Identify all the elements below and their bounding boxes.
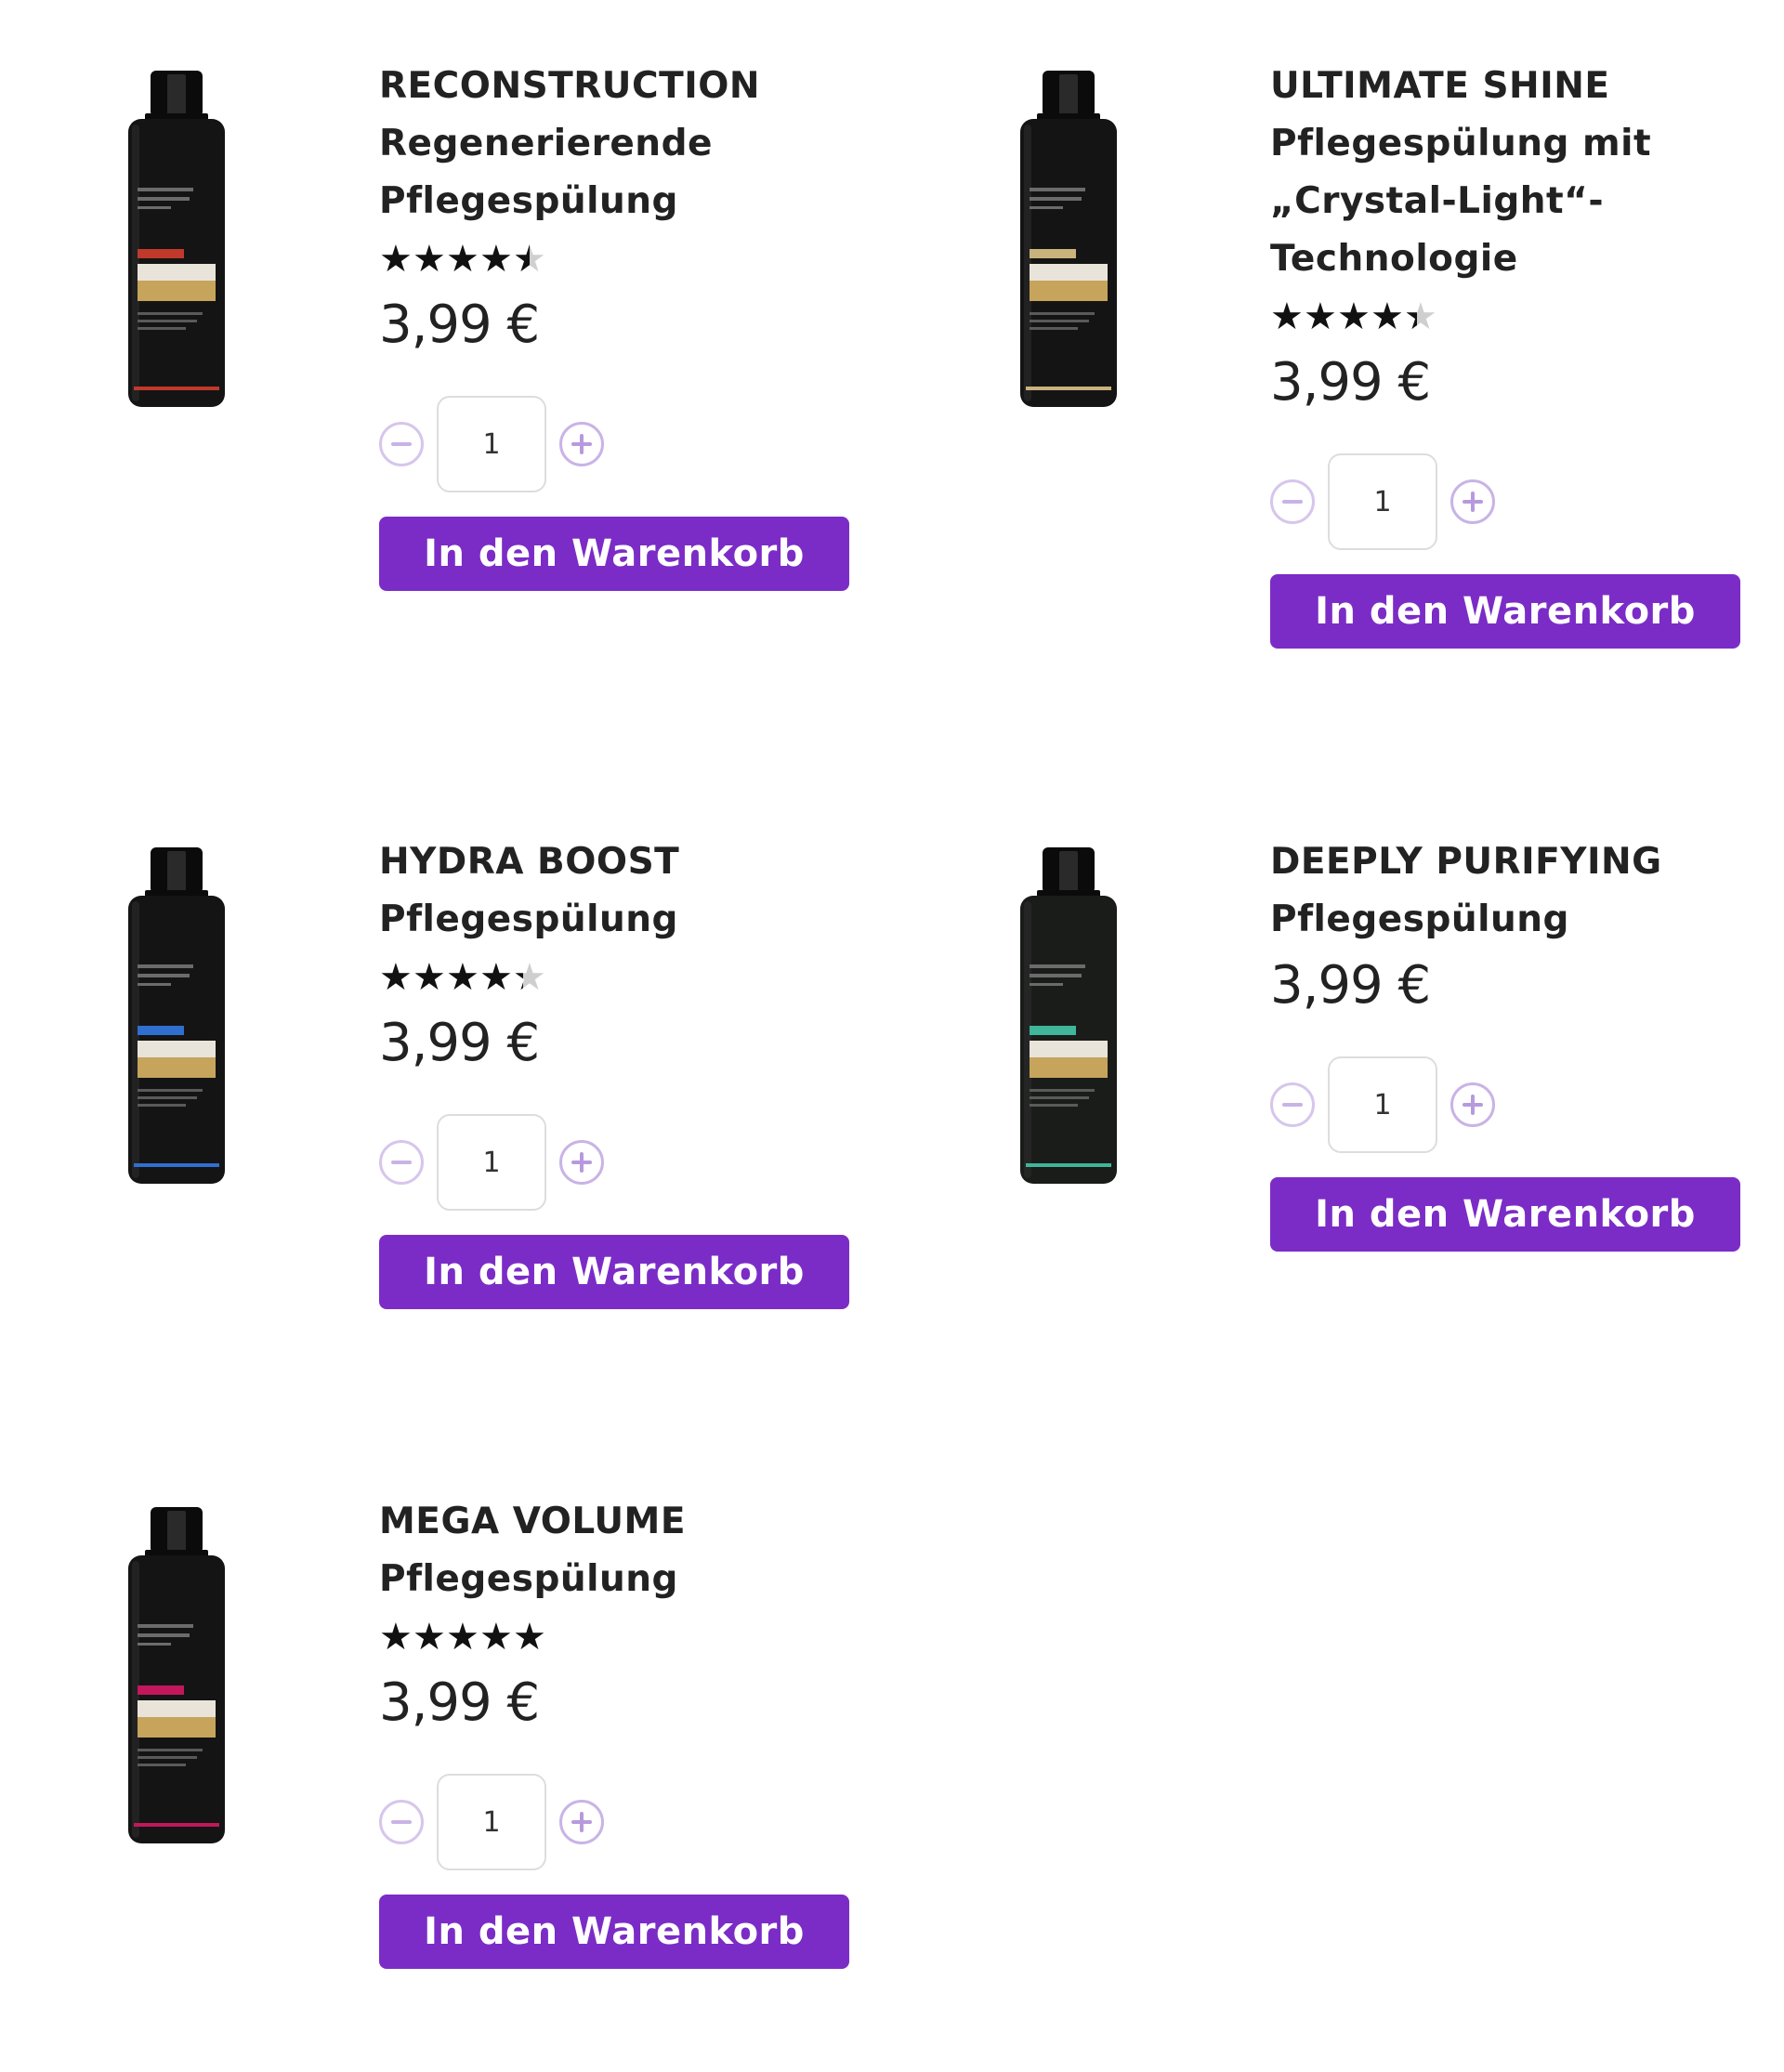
product-rating: ★★★★★★★★★★: [379, 1608, 862, 1666]
star-icon: ★★: [479, 956, 513, 999]
increase-quantity-button[interactable]: [1450, 479, 1495, 524]
product-title-line: Pflegespülung mit: [1270, 123, 1652, 164]
product-image[interactable]: [1013, 844, 1124, 1187]
star-icon: ★★: [1404, 295, 1437, 338]
add-to-cart-button[interactable]: In den Warenkorb: [379, 1895, 849, 1969]
minus-icon: [391, 442, 412, 446]
star-icon: ★★: [513, 1616, 546, 1659]
bottle-illustration: [128, 1507, 225, 1843]
star-icon: ★★: [513, 238, 546, 281]
product-title[interactable]: DEEPLY PURIFYING Pflegespülung: [1270, 833, 1753, 949]
increase-quantity-button[interactable]: [1450, 1082, 1495, 1127]
quantity-stepper: [379, 1774, 862, 1870]
star-icon: ★★: [513, 956, 546, 999]
plus-icon: [1463, 1095, 1483, 1115]
product-title[interactable]: HYDRA BOOST Pflegespülung: [379, 833, 862, 949]
add-to-cart-button[interactable]: In den Warenkorb: [379, 1235, 849, 1309]
star-icon: ★★: [446, 1616, 479, 1659]
plus-icon: [1463, 492, 1483, 512]
star-icon: ★★: [479, 1616, 513, 1659]
product-rating: ★★★★★★★★★★: [379, 230, 862, 288]
plus-icon: [571, 1152, 592, 1173]
product-price: 3,99 €: [1270, 352, 1431, 413]
quantity-input[interactable]: [437, 396, 546, 492]
product-info: MEGA VOLUME Pflegespülung ★ ★ ★ ★ ★ ★ ★ ★ ★ ★ 3,99…: [379, 1493, 862, 1969]
product-title-line: Pflegespülung: [1270, 898, 1569, 940]
product-title-line: Pflegespülung: [379, 180, 678, 222]
star-icon: ★★: [379, 238, 413, 281]
product-grid: RECONSTRUCTION Regenerierende Pflegespülun…: [0, 0, 1784, 2072]
minus-icon: [391, 1161, 412, 1164]
quantity-stepper: [379, 1114, 862, 1211]
decrease-quantity-button[interactable]: [379, 422, 424, 466]
add-to-cart-button[interactable]: In den Warenkorb: [1270, 574, 1740, 649]
star-icon: ★★: [413, 956, 446, 999]
product-image[interactable]: [121, 844, 232, 1187]
product-title-line: Regenerierende: [379, 123, 713, 164]
product-title-line: ULTIMATE SHINE: [1270, 65, 1610, 107]
product-title[interactable]: RECONSTRUCTION Regenerierende Pflegespülun…: [379, 58, 862, 230]
minus-icon: [1282, 1103, 1303, 1107]
bottle-illustration: [128, 71, 225, 407]
star-icon: ★★: [446, 956, 479, 999]
star-icon: ★★: [1270, 295, 1304, 338]
quantity-input[interactable]: [1328, 1056, 1437, 1153]
product-price: 3,99 €: [379, 1672, 540, 1733]
star-icon: ★★: [1371, 295, 1404, 338]
bottle-illustration: [128, 847, 225, 1184]
increase-quantity-button[interactable]: [559, 1800, 604, 1844]
product-info: RECONSTRUCTION Regenerierende Pflegespülun…: [379, 58, 862, 591]
quantity-input[interactable]: [1328, 453, 1437, 550]
decrease-quantity-button[interactable]: [1270, 479, 1315, 524]
quantity-stepper: [1270, 1056, 1753, 1153]
product-title-line: DEEPLY PURIFYING: [1270, 841, 1662, 883]
product-title-line: Technologie: [1270, 238, 1518, 280]
product-title-line: Pflegespülung: [379, 1558, 678, 1600]
quantity-stepper: [379, 396, 862, 492]
product-price: 3,99 €: [1270, 955, 1431, 1016]
product-info: HYDRA BOOSTPflegespülung ★★★★★★★★★★ 3,99…: [379, 833, 862, 1309]
product-info: ULTIMATE SHINE Pflegespülung mit „Crystal-…: [1270, 58, 1753, 649]
star-icon: ★★: [1304, 295, 1337, 338]
quantity-input[interactable]: [437, 1774, 546, 1870]
increase-quantity-button[interactable]: [559, 422, 604, 466]
decrease-quantity-button[interactable]: [379, 1800, 424, 1844]
bottle-illustration: [1020, 71, 1117, 407]
decrease-quantity-button[interactable]: [1270, 1082, 1315, 1127]
product-title-line: „Crystal-Light“-: [1270, 180, 1604, 222]
quantity-stepper: [1270, 453, 1753, 550]
product-image[interactable]: [121, 1503, 232, 1847]
star-icon: ★★: [1337, 295, 1371, 338]
increase-quantity-button[interactable]: [559, 1140, 604, 1185]
product-title-line: RECONSTRUCTION: [379, 65, 761, 107]
plus-icon: [571, 434, 592, 454]
add-to-cart-button[interactable]: In den Warenkorb: [1270, 1177, 1740, 1252]
star-icon: ★★: [379, 1616, 413, 1659]
product-title-line: MEGA VOLUME: [379, 1501, 686, 1542]
product-price: 3,99 €: [379, 295, 540, 355]
product-title[interactable]: ULTIMATE SHINE Pflegespülung mit „Crystal-…: [1270, 58, 1753, 288]
product-info: DEEPLY PURIFYING Pflegespülung 3,99 € In …: [1270, 833, 1753, 1252]
star-icon: ★★: [479, 238, 513, 281]
product-title-line: Pflegespülung: [379, 898, 678, 940]
product-rating: ★★★★★★★★★★: [379, 949, 862, 1006]
bottle-illustration: [1020, 847, 1117, 1184]
minus-icon: [391, 1820, 412, 1824]
plus-icon: [571, 1812, 592, 1832]
product-title-line: HYDRA BOOST: [379, 841, 680, 883]
star-icon: ★★: [446, 238, 479, 281]
quantity-input[interactable]: [437, 1114, 546, 1211]
decrease-quantity-button[interactable]: [379, 1140, 424, 1185]
star-icon: ★★: [379, 956, 413, 999]
star-icon: ★★: [413, 238, 446, 281]
star-icon: ★★: [413, 1616, 446, 1659]
product-price: 3,99 €: [379, 1013, 540, 1073]
product-image[interactable]: [121, 67, 232, 411]
product-image[interactable]: [1013, 67, 1124, 411]
product-rating: ★★★★★★★★★★: [1270, 288, 1753, 346]
minus-icon: [1282, 500, 1303, 504]
product-title[interactable]: MEGA VOLUME Pflegespülung: [379, 1493, 862, 1608]
add-to-cart-button[interactable]: In den Warenkorb: [379, 517, 849, 591]
